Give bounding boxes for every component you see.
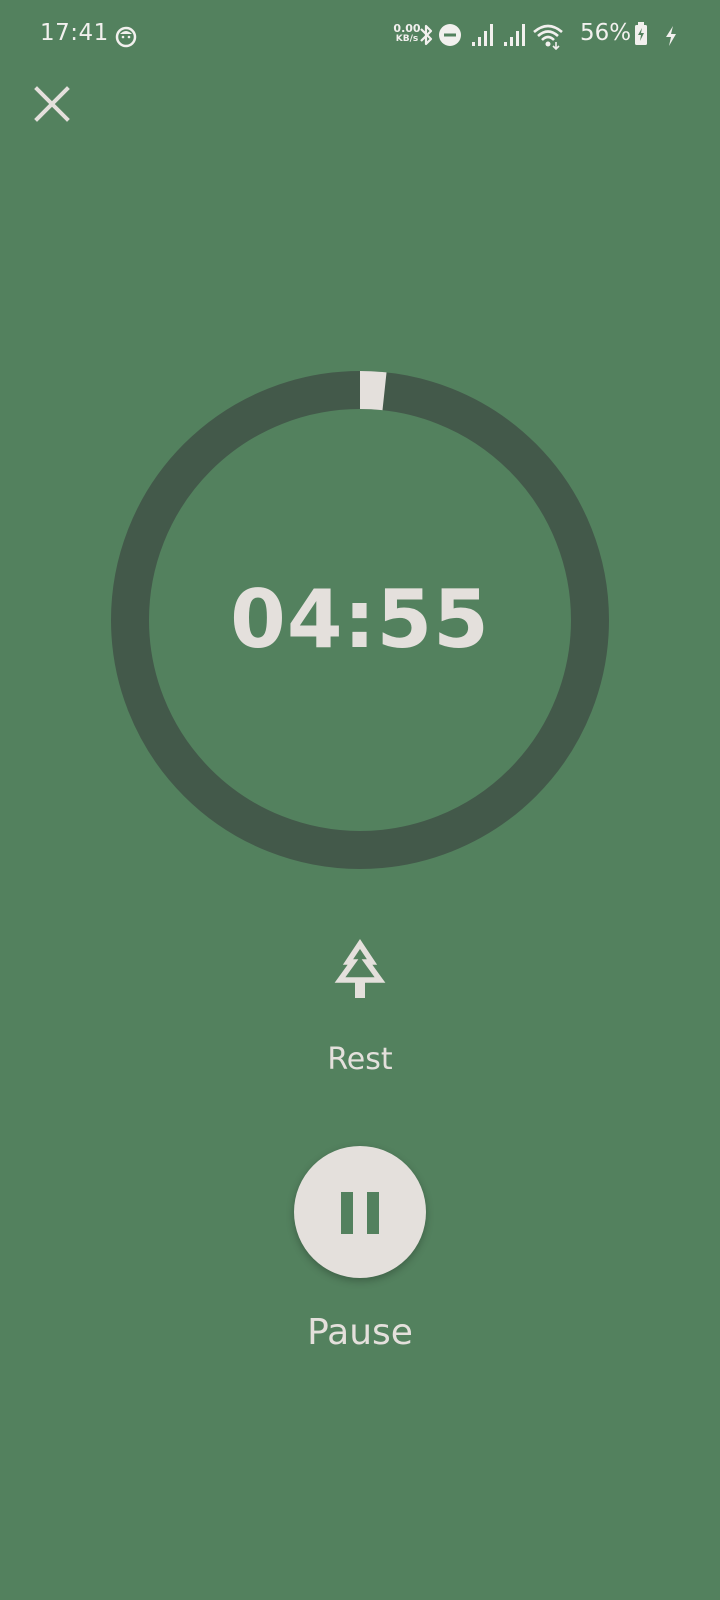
do-not-disturb-icon bbox=[439, 24, 461, 46]
notification-app-icon bbox=[115, 26, 137, 48]
bluetooth-icon bbox=[420, 24, 433, 46]
signal-icon bbox=[504, 24, 525, 46]
signal-icon bbox=[472, 24, 493, 46]
pause-label: Pause bbox=[307, 1312, 413, 1353]
pause-icon-bar-right bbox=[367, 1192, 379, 1234]
pause-icon-bar-left bbox=[341, 1192, 353, 1234]
status-time: 17:41 bbox=[40, 20, 109, 46]
timer-display: 04:55 bbox=[230, 573, 490, 666]
charging-icon bbox=[666, 26, 676, 46]
tree-icon bbox=[334, 939, 386, 998]
status-bar: 17:41 0.00 KB/s 56% bbox=[0, 0, 720, 72]
battery-icon bbox=[635, 22, 647, 45]
pause-button[interactable] bbox=[294, 1146, 426, 1278]
wifi-icon bbox=[533, 24, 563, 50]
battery-percent: 56% bbox=[580, 20, 632, 46]
mode-label: Rest bbox=[327, 1042, 393, 1077]
close-button[interactable] bbox=[28, 80, 76, 128]
close-icon bbox=[34, 86, 70, 122]
